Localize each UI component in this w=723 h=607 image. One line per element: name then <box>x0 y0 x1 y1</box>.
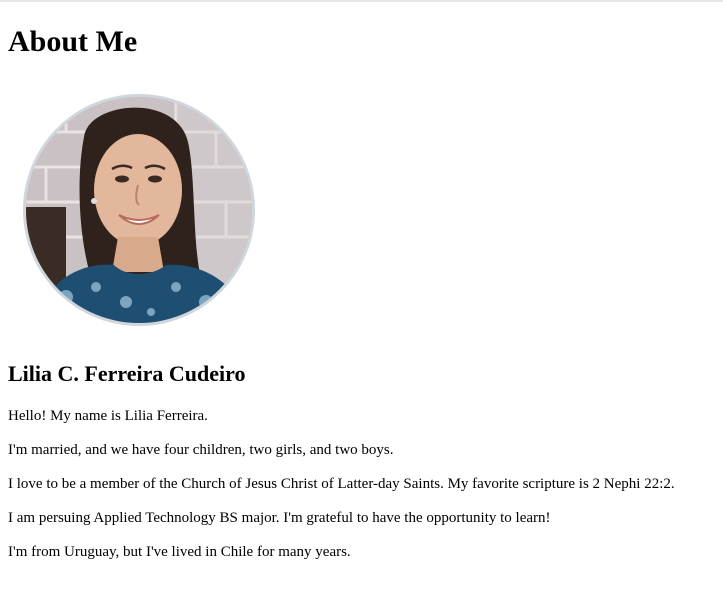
profile-photo-image <box>26 97 252 323</box>
bio-paragraph: I'm married, and we have four children, … <box>8 442 394 458</box>
profile-photo <box>23 94 255 326</box>
bio-paragraph: I am persuing Applied Technology BS majo… <box>8 510 551 526</box>
bio-paragraph: I love to be a member of the Church of J… <box>8 476 675 492</box>
bio-paragraph: Hello! My name is Lilia Ferreira. <box>8 408 208 424</box>
bio-section: Hello! My name is Lilia Ferreira. I'm ma… <box>8 406 720 576</box>
page-title: About Me <box>8 25 138 58</box>
top-divider <box>0 0 723 2</box>
bio-paragraph: I'm from Uruguay, but I've lived in Chil… <box>8 544 351 560</box>
person-name: Lilia C. Ferreira Cudeiro <box>8 361 246 386</box>
